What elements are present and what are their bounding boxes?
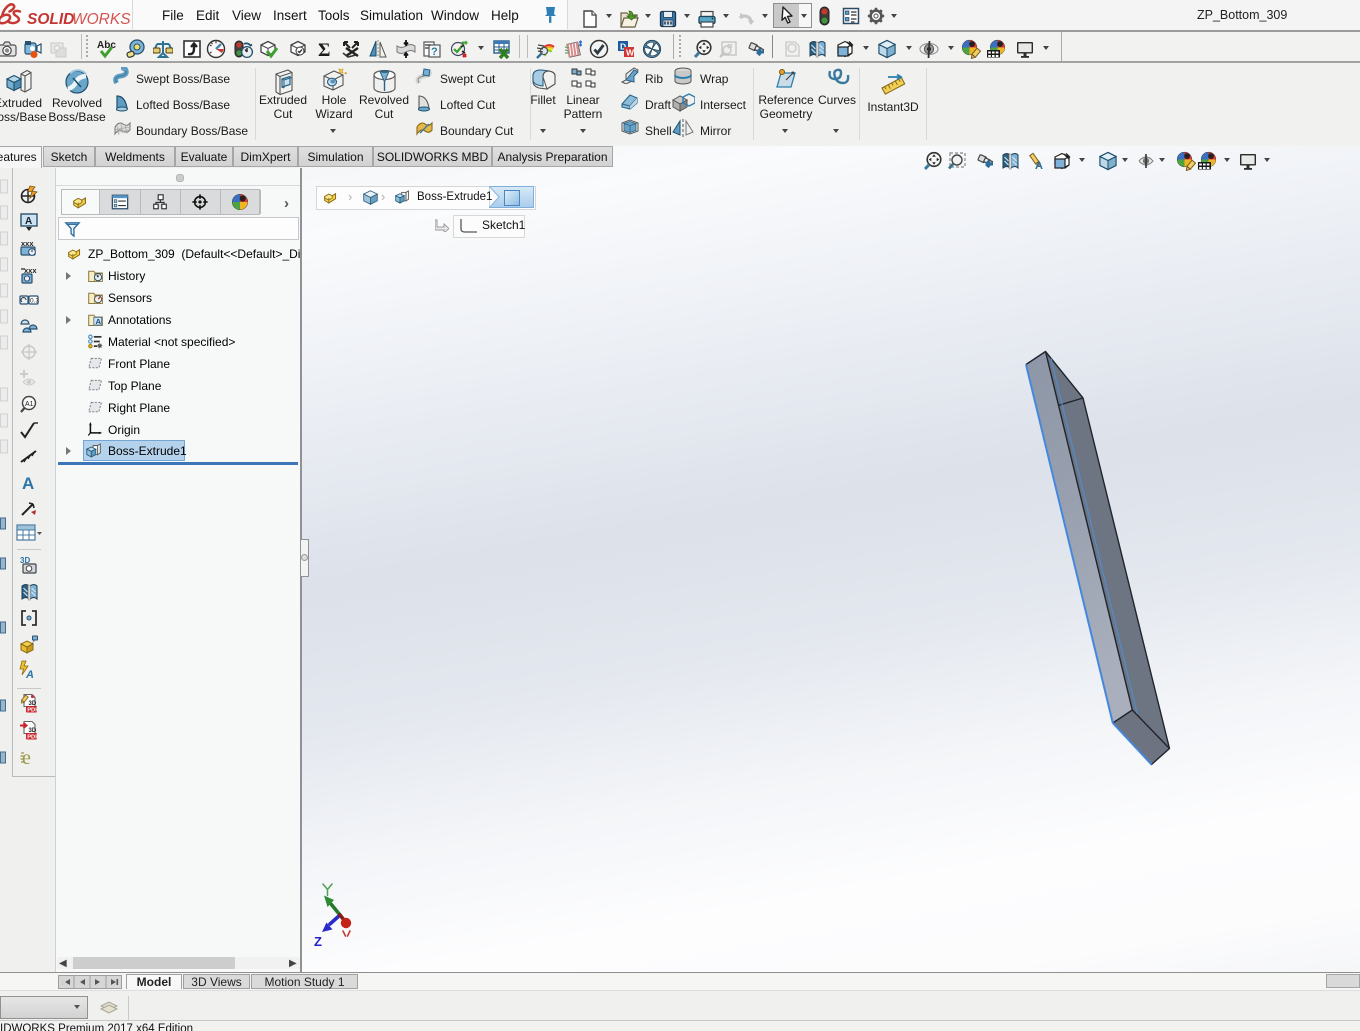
svg-text:WORKS: WORKS — [72, 11, 131, 28]
svg-text:SOLID: SOLID — [27, 11, 74, 28]
svg-text:e: e — [22, 747, 31, 767]
svg-text:A: A — [22, 474, 34, 492]
svg-text:A: A — [96, 317, 102, 326]
svg-text:PDF: PDF — [27, 708, 39, 713]
svg-text:Z: Z — [314, 934, 322, 946]
svg-text:PDF: PDF — [27, 735, 39, 740]
svg-text:A: A — [25, 216, 32, 227]
svg-text:0.3: 0.3 — [30, 298, 39, 305]
svg-text:A1: A1 — [25, 401, 34, 408]
svg-text:A: A — [25, 669, 34, 680]
